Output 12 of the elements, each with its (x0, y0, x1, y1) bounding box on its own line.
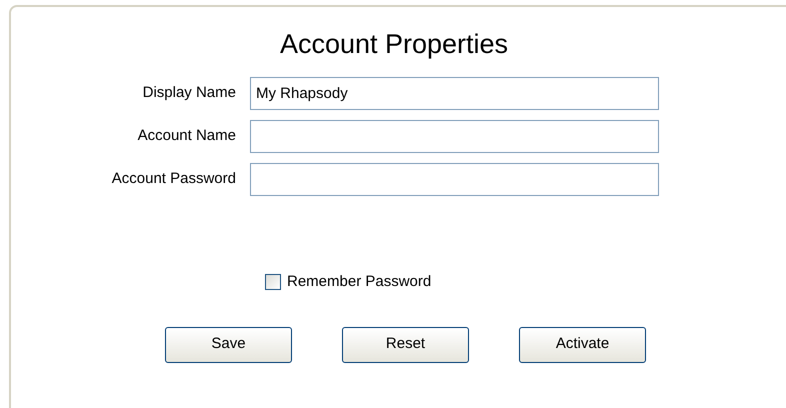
input-field[interactable]: My Rhapsody (250, 77, 659, 110)
form-button[interactable]: Activate (519, 326, 646, 362)
input-field[interactable] (250, 120, 659, 153)
field-label: Display Name (142, 83, 237, 104)
field-label: Account Password (110, 169, 237, 190)
form-button[interactable]: Save (165, 326, 292, 362)
checkbox-label: Remember Password (287, 272, 432, 292)
form-button[interactable]: Reset (342, 326, 469, 362)
input-field[interactable] (250, 163, 659, 196)
form-title: Account Properties (280, 28, 508, 61)
checkbox[interactable] (265, 274, 281, 290)
field-label: Account Name (136, 126, 237, 146)
